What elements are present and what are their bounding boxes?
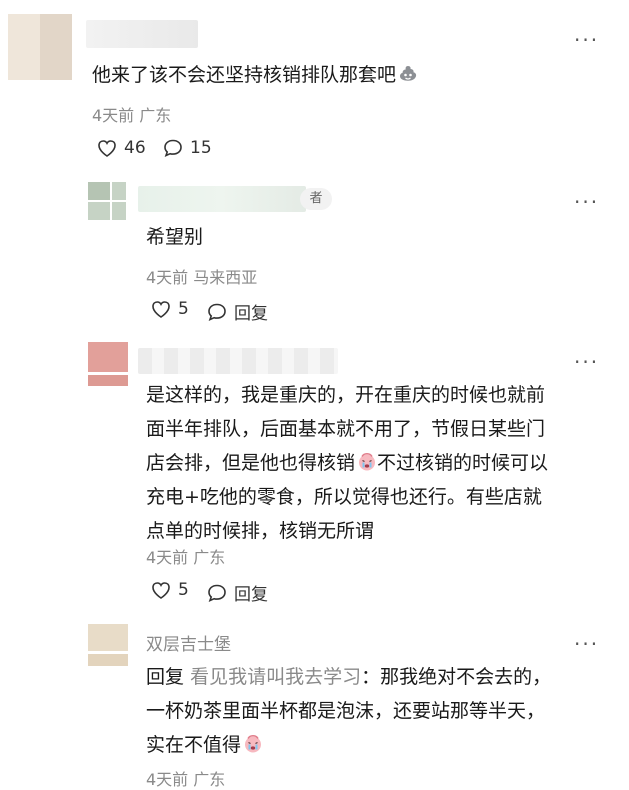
username[interactable] <box>138 348 338 374</box>
heart-icon <box>152 301 170 318</box>
comment-time-location: 4天前 马来西亚 <box>146 268 258 287</box>
more-options-icon[interactable]: ··· <box>574 30 599 50</box>
username[interactable]: 双层吉士堡 <box>146 630 231 655</box>
avatar[interactable] <box>8 14 72 80</box>
comment-text: 是这样的，我是重庆的，开在重庆的时候也就前 面半年排队，后面基本就不用了，节假日… <box>146 384 549 542</box>
more-options-icon[interactable]: ··· <box>574 192 599 212</box>
more-options-icon[interactable]: ··· <box>574 352 599 372</box>
username[interactable] <box>86 20 198 48</box>
author-badge: 者 <box>300 188 332 210</box>
comment-time-location: 4天前 广东 <box>92 106 172 125</box>
crying-face-emoji <box>245 734 262 753</box>
reply-count-button[interactable]: 15 <box>162 138 212 158</box>
comment-bubble-icon <box>208 303 226 321</box>
heart-icon <box>98 140 116 157</box>
poop-emoji <box>400 66 417 81</box>
comment-bubble-icon <box>208 584 226 602</box>
comment-time-location: 4天前 广东 <box>146 770 226 789</box>
comment-text: 回复 看见我请叫我去学习：那我绝对不会去的， 一杯奶茶里面半杯都是泡沫，还要站那… <box>146 666 552 756</box>
like-button[interactable]: 46 <box>96 138 146 158</box>
crying-face-emoji <box>359 452 376 471</box>
like-count: 46 <box>124 138 146 158</box>
comment-time-location: 4天前 广东 <box>146 548 226 567</box>
like-count: 5 <box>178 580 189 600</box>
like-button[interactable]: 5 <box>150 580 189 600</box>
avatar[interactable] <box>88 182 126 220</box>
reply-label: 回复 <box>234 304 268 324</box>
reply-count: 15 <box>190 138 212 158</box>
reply-prefix: 回复 <box>146 666 185 688</box>
heart-icon <box>152 582 170 599</box>
reply-button[interactable]: 回复 <box>206 580 268 605</box>
reply-button[interactable]: 回复 <box>206 299 268 324</box>
username[interactable] <box>138 186 306 212</box>
avatar[interactable] <box>88 342 128 386</box>
like-count: 5 <box>178 299 189 319</box>
avatar[interactable] <box>88 624 128 666</box>
comment-text: 希望别 <box>146 226 204 248</box>
comment-bubble-icon <box>164 139 182 157</box>
like-button[interactable]: 5 <box>150 299 189 319</box>
reply-label: 回复 <box>234 585 268 605</box>
reply-target-user[interactable]: 看见我请叫我去学习 <box>190 666 361 688</box>
comment-text: 他来了该不会还坚持核销排队那套吧 <box>92 58 418 92</box>
more-options-icon[interactable]: ··· <box>574 634 599 654</box>
